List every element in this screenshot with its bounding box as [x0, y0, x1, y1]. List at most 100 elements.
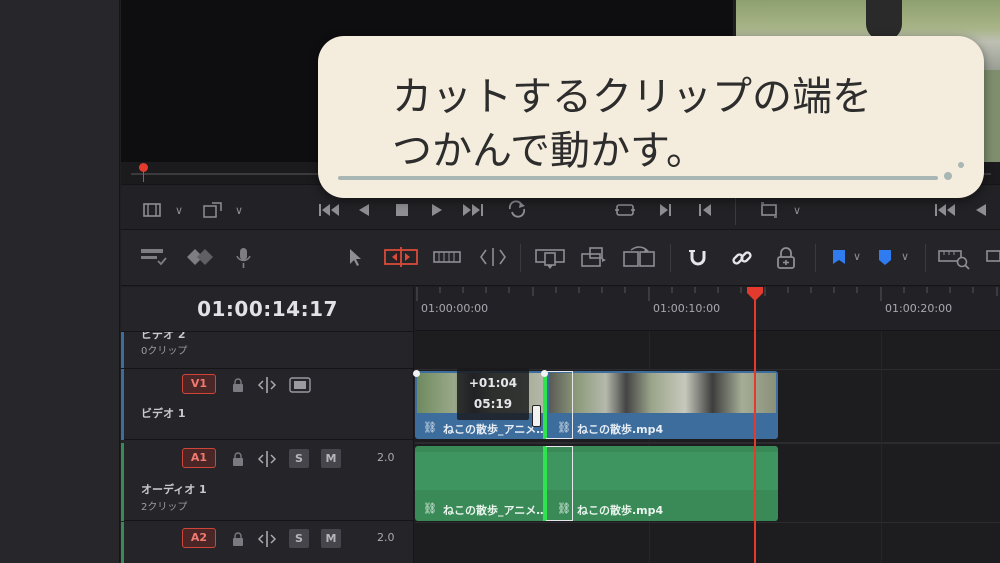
callout-text-line2: つかんで動かす。 — [392, 128, 706, 174]
clip-handle[interactable] — [541, 370, 548, 377]
dynamic-trim-icon[interactable] — [432, 246, 462, 268]
chevron-down-icon[interactable]: ∨ — [793, 205, 801, 216]
timecode-display[interactable]: 01:00:14:17 — [121, 297, 414, 321]
prev-edit-icon[interactable] — [698, 203, 712, 217]
solo-button[interactable]: S — [289, 529, 309, 548]
viewer-divider — [735, 195, 736, 225]
timeline-view-icon[interactable] — [139, 246, 167, 268]
trim-tooltip: +01:04 05:19 — [457, 368, 529, 420]
play-reverse-icon[interactable] — [358, 203, 370, 217]
play-icon[interactable] — [431, 203, 443, 217]
mute-button[interactable]: M — [321, 449, 341, 468]
trim-offset: +01:04 — [468, 376, 518, 390]
insert-icon[interactable] — [534, 246, 566, 270]
toolbar-divider — [925, 244, 926, 272]
lane-separator — [415, 522, 1000, 523]
match-frame-icon[interactable] — [614, 201, 636, 219]
cat-figure — [866, 0, 902, 40]
trim-cursor-icon — [532, 405, 541, 427]
scrub-playhead-line — [143, 170, 144, 182]
track-clip-count: 2クリップ — [141, 502, 188, 513]
clip-name: ねこの散歩_アニメ… — [443, 423, 543, 436]
track-v1-header[interactable]: V1 ビデオ 1 — [121, 369, 414, 440]
track-clip-count: 0クリップ — [141, 346, 188, 357]
chevron-down-icon[interactable]: ∨ — [853, 251, 861, 262]
auto-select-icon[interactable] — [257, 530, 277, 548]
clip-options-icon[interactable] — [185, 246, 215, 268]
lock-icon[interactable] — [775, 246, 797, 270]
track-badge[interactable]: A1 — [182, 448, 216, 468]
film-icon[interactable] — [289, 377, 311, 393]
lock-icon[interactable] — [231, 531, 245, 547]
track-name: ビデオ 2 — [141, 331, 186, 341]
mute-button[interactable]: M — [321, 529, 341, 548]
link-icon: ⛓ — [423, 421, 437, 434]
track-color-bar — [121, 369, 124, 440]
snapping-icon[interactable] — [686, 246, 710, 270]
audio-clip-right[interactable]: ⛓ ねこの散歩.mp4 — [547, 446, 778, 521]
ruler-label: 01:00:20:00 — [885, 302, 953, 315]
link-icon: ⛓ — [423, 502, 437, 515]
timeline-playhead[interactable] — [747, 287, 763, 301]
track-badge[interactable]: V1 — [182, 374, 216, 394]
play-reverse-icon[interactable] — [975, 203, 987, 217]
next-edit-icon[interactable] — [659, 203, 673, 217]
track-name: ビデオ 1 — [141, 407, 186, 420]
track-name: オーディオ 1 — [141, 483, 207, 496]
lock-icon[interactable] — [231, 451, 245, 467]
go-start-icon[interactable] — [318, 203, 340, 217]
solo-button[interactable]: S — [289, 449, 309, 468]
callout-dot — [944, 172, 952, 180]
track-a2-header[interactable]: A2 S M 2.0 — [121, 522, 414, 563]
stop-icon[interactable] — [395, 203, 409, 217]
audio-waveform-area — [415, 452, 545, 490]
viewer-mode-icon[interactable] — [760, 202, 778, 218]
clip-thumbnail — [549, 373, 776, 413]
audio-clip-left[interactable]: ⛓ ねこの散歩_アニメ… — [415, 446, 545, 521]
instruction-callout: カットするクリップの端を つかんで動かす。 — [318, 36, 984, 198]
flag-icon[interactable] — [830, 246, 848, 270]
replace-icon[interactable] — [622, 246, 656, 270]
track-color-bar — [121, 443, 124, 521]
link-icon[interactable] — [730, 246, 754, 270]
zoom-icon[interactable] — [937, 246, 971, 270]
timeline-ruler[interactable]: 01:00:00:00 01:00:10:00 01:00:20:00 — [415, 287, 1000, 331]
ruler-label: 01:00:00:00 — [421, 302, 489, 315]
toolbar-divider — [670, 244, 671, 272]
transform-icon[interactable] — [202, 201, 224, 219]
track-badge[interactable]: A2 — [182, 528, 216, 548]
trim-selection-outline — [546, 371, 573, 439]
mic-icon[interactable] — [232, 246, 256, 270]
chevron-down-icon[interactable]: ∨ — [901, 251, 909, 262]
auto-select-icon[interactable] — [257, 450, 277, 468]
blade-icon[interactable] — [478, 246, 508, 268]
chevron-down-icon[interactable]: ∨ — [175, 205, 183, 216]
trim-tool-icon[interactable] — [384, 246, 418, 268]
chevron-down-icon[interactable]: ∨ — [235, 205, 243, 216]
media-pool-panel — [0, 0, 120, 563]
loop-icon[interactable] — [506, 200, 528, 218]
audio-level: 2.0 — [377, 531, 395, 544]
trim-selection-outline — [546, 446, 573, 521]
toolbar-divider — [815, 244, 816, 272]
select-tool-icon[interactable] — [346, 246, 364, 268]
film-icon[interactable] — [143, 203, 161, 217]
clip-name: ねこの散歩_アニメ… — [443, 504, 543, 517]
ruler-label: 01:00:10:00 — [653, 302, 721, 315]
go-end-icon[interactable] — [462, 203, 484, 217]
overwrite-icon[interactable] — [580, 246, 608, 270]
lane-separator — [415, 442, 1000, 444]
clip-name: ねこの散歩.mp4 — [577, 504, 664, 517]
marker-icon[interactable] — [876, 246, 894, 270]
grid-line — [881, 331, 882, 563]
go-start-icon[interactable] — [934, 203, 956, 217]
clip-handle[interactable] — [413, 370, 420, 377]
zoom-icon[interactable] — [985, 246, 1000, 270]
video-clip-right[interactable]: ⛓ ねこの散歩.mp4 — [547, 371, 778, 439]
track-video2-header[interactable]: ビデオ 2 0クリップ — [121, 331, 414, 369]
track-a1-header[interactable]: A1 S M 2.0 オーディオ 1 2クリップ — [121, 443, 414, 521]
trim-duration: 05:19 — [473, 397, 513, 411]
clip-name: ねこの散歩.mp4 — [577, 423, 664, 436]
auto-select-icon[interactable] — [257, 376, 277, 394]
lock-icon[interactable] — [231, 377, 245, 393]
